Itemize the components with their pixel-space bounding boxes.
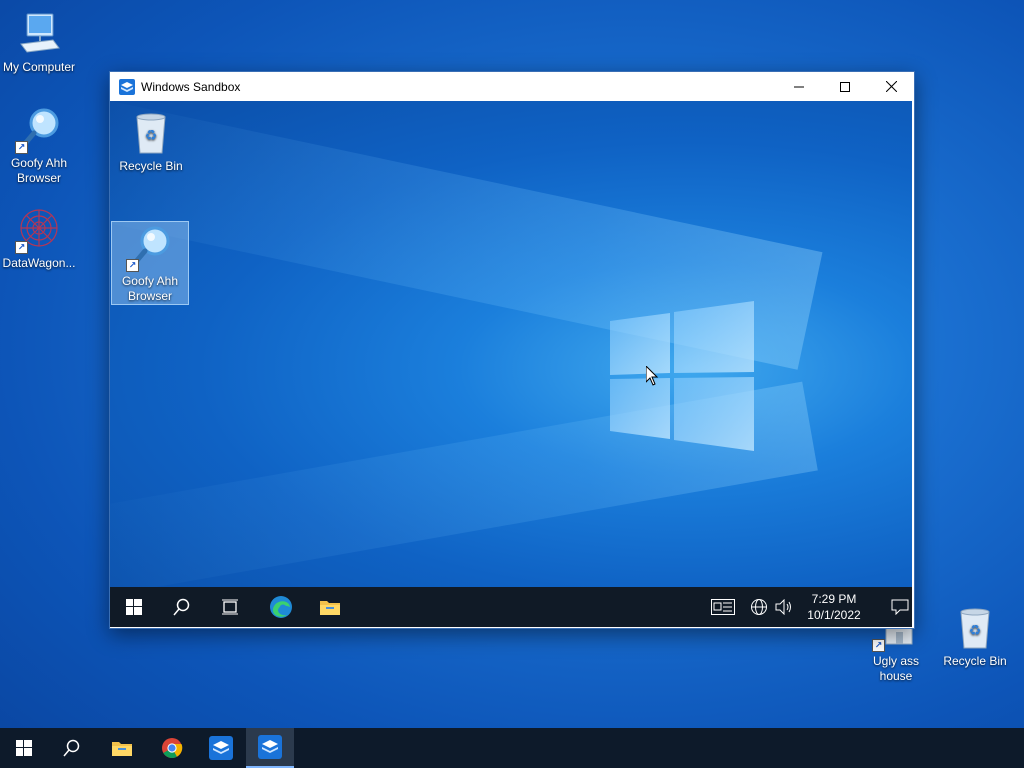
windows-logo-wallpaper [608,301,758,461]
mouse-cursor [645,364,659,391]
recycle-bin-icon: ♻ [951,604,999,652]
desktop-icon-label: Goofy Ahh Browser [10,156,68,185]
recycle-bin-icon: ♻ [127,109,175,157]
window-title: Windows Sandbox [141,79,241,94]
sandbox-taskbar-button[interactable] [197,728,245,768]
sandbox-icon-recycle-bin[interactable]: ♻ Recycle Bin [112,109,190,174]
close-button[interactable] [868,72,914,101]
shortcut-arrow-icon: ↗ [15,141,28,154]
sandbox-taskbar: 7:29 PM 10/1/2022 [110,587,912,627]
desktop-icon-my-computer[interactable]: My Computer [0,10,78,75]
minimize-button[interactable] [776,72,822,101]
volume-icon[interactable] [772,599,796,615]
magnifier-icon: ↗ [15,106,63,154]
search-icon [173,598,190,616]
window-titlebar[interactable]: Windows Sandbox [110,72,914,101]
notification-icon[interactable] [880,599,920,615]
desktop-icon-goofy-ahh-browser[interactable]: ↗ Goofy Ahh Browser [0,106,78,186]
search-button[interactable] [158,587,206,627]
task-view-icon [222,599,238,615]
start-button[interactable] [110,587,158,627]
windows-start-icon [16,740,32,756]
desktop-icon-label: Recycle Bin [119,159,183,173]
search-button[interactable] [48,728,96,768]
desktop-icon-label: Ugly ass house [872,654,919,683]
chrome-icon [162,738,183,758]
sandbox-icon [209,736,233,760]
sandbox-window[interactable]: Windows Sandbox ♻ Recycle Bin ↗ Goofy Ah… [109,71,915,629]
news-icon[interactable] [708,599,738,615]
sandbox-icon-goofy-ahh-browser[interactable]: ↗ Goofy Ahh Browser [111,221,189,305]
edge-icon [270,596,292,618]
svg-text:♻: ♻ [969,623,982,639]
sandbox-desktop[interactable]: ♻ Recycle Bin ↗ Goofy Ahh Browser [110,101,912,587]
clock-date: 10/1/2022 [807,608,861,622]
sandbox-taskbar-button-active[interactable] [246,728,294,768]
shortcut-arrow-icon: ↗ [126,259,139,272]
file-explorer-button[interactable] [306,587,354,627]
file-explorer-icon [320,601,340,615]
host-taskbar [0,728,1024,768]
sandbox-icon [258,735,282,759]
windows-start-icon [126,599,142,615]
file-explorer-button[interactable] [98,728,146,768]
task-view-button[interactable] [206,587,254,627]
chrome-button[interactable] [148,728,196,768]
system-tray: 7:29 PM 10/1/2022 [708,587,920,627]
file-explorer-icon [112,742,132,756]
taskbar-clock[interactable]: 7:29 PM 10/1/2022 [800,591,868,623]
desktop-icon-datawagon[interactable]: ↗ DataWagon... [0,206,78,271]
desktop-icon-label: DataWagon... [2,256,76,270]
edge-button[interactable] [257,587,305,627]
desktop-icon-recycle-bin[interactable]: ♻ Recycle Bin [936,604,1014,669]
shortcut-arrow-icon: ↗ [872,639,885,652]
shortcut-arrow-icon: ↗ [15,241,28,254]
desktop-icon-label: Goofy Ahh Browser [121,274,179,303]
desktop-icon-label: Recycle Bin [943,654,1007,668]
magnifier-icon: ↗ [126,224,174,272]
svg-text:♻: ♻ [145,128,158,144]
start-button[interactable] [0,728,48,768]
maximize-button[interactable] [822,72,868,101]
clock-time: 7:29 PM [811,592,857,606]
sandbox-icon [119,78,135,95]
computer-icon [15,10,63,58]
desktop-icon-label: My Computer [2,60,76,74]
network-icon[interactable] [746,598,772,616]
datawagon-icon: ↗ [15,206,63,254]
search-icon [63,739,80,757]
